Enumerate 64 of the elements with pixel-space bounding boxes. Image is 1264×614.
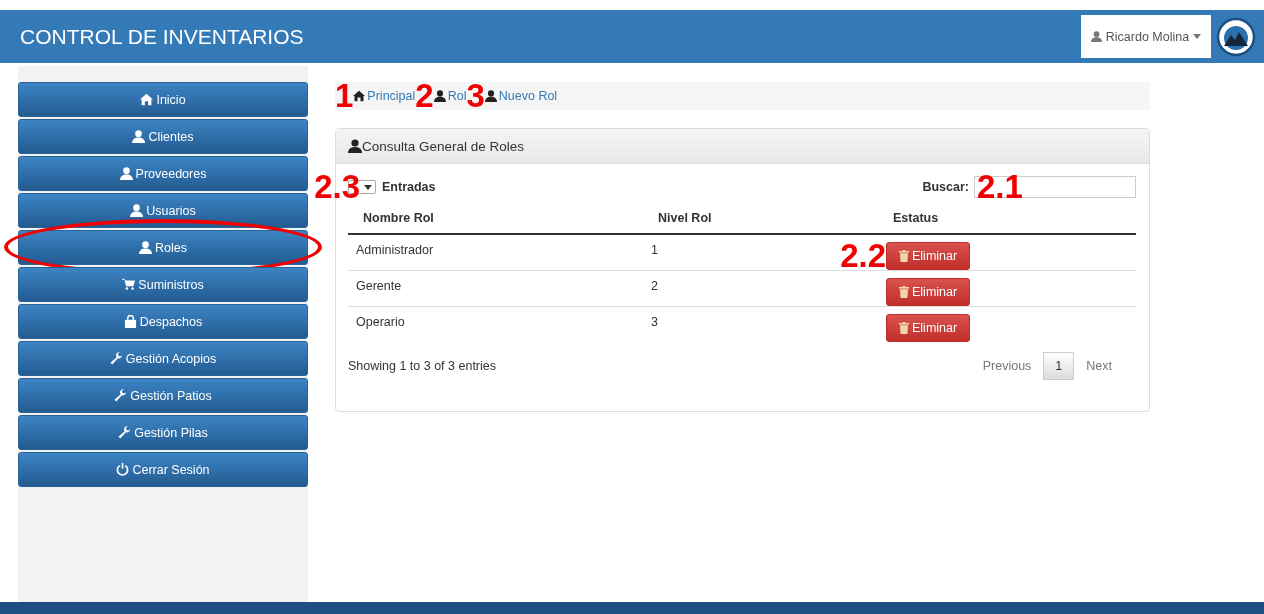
wrench-icon xyxy=(109,352,123,365)
user-menu[interactable]: Ricardo Molina xyxy=(1081,15,1211,58)
table-cell: Gerente xyxy=(356,279,402,293)
annotation-number: 1 xyxy=(335,82,354,110)
sidebar-item[interactable]: Usuarios xyxy=(18,193,308,228)
power-icon xyxy=(116,463,130,476)
sidebar-item[interactable]: Roles xyxy=(18,230,308,265)
table-cell: Administrador xyxy=(356,243,434,257)
search-label: Buscar: xyxy=(922,180,969,194)
user-icon xyxy=(348,139,362,153)
sidebar-item[interactable]: Clientes xyxy=(18,119,308,154)
entries-info: Showing 1 to 3 of 3 entries xyxy=(348,359,496,373)
delete-button[interactable]: Eliminar xyxy=(886,278,971,306)
app-title: CONTROL DE INVENTARIOS xyxy=(20,24,305,49)
cart-icon xyxy=(122,278,136,291)
delete-button[interactable]: Eliminar xyxy=(886,314,971,342)
user-icon xyxy=(130,204,144,217)
table-cell: 2 xyxy=(651,279,658,293)
column-header: Estatus xyxy=(878,206,1136,234)
sidebar-item[interactable]: Suministros xyxy=(18,267,308,302)
lock-icon xyxy=(123,315,137,328)
trash-icon xyxy=(899,250,909,262)
previous-link[interactable]: Previous xyxy=(970,353,1044,379)
panel-title: Consulta General de Roles xyxy=(348,138,525,154)
annotation-number: 2.1 xyxy=(977,173,1023,201)
caret-icon xyxy=(1193,34,1202,39)
user-icon xyxy=(139,241,152,254)
sidebar-item[interactable]: Despachos xyxy=(18,304,308,339)
sidebar-item[interactable]: Gestión Pilas xyxy=(18,415,308,450)
breadcrumb-link[interactable]: Principal xyxy=(353,89,416,103)
user-icon xyxy=(132,130,146,143)
table-cell: 3 xyxy=(651,315,658,329)
table-cell: 1 xyxy=(651,243,658,257)
sidebar-item[interactable]: Cerrar Sesión xyxy=(18,452,308,487)
sidebar-item[interactable]: Gestión Acopios xyxy=(18,341,308,376)
annotation-number: 2.2 xyxy=(840,242,886,270)
annotation-number: 2 xyxy=(415,82,434,110)
annotation-number: 2.3 xyxy=(314,173,360,201)
wrench-icon xyxy=(118,426,132,439)
logo-icon xyxy=(1216,16,1256,57)
caret-icon xyxy=(364,184,372,190)
page-button[interactable]: 1 xyxy=(1043,352,1075,380)
column-header: Nombre Rol xyxy=(348,206,643,234)
delete-button[interactable]: Eliminar xyxy=(886,242,971,270)
trash-icon xyxy=(899,286,909,298)
trash-icon xyxy=(899,322,909,334)
breadcrumb-link[interactable]: Nuevo Rol xyxy=(484,89,558,103)
home-icon xyxy=(353,90,366,102)
sidebar-item[interactable]: Inicio xyxy=(18,82,308,117)
breadcrumb-link[interactable]: Rol xyxy=(433,89,467,103)
user-icon xyxy=(1090,31,1102,42)
entries-label: Entradas xyxy=(382,180,436,194)
home-icon xyxy=(140,93,154,106)
user-icon xyxy=(433,90,446,102)
search-field[interactable]: 2.1 xyxy=(974,176,1136,198)
wrench-icon xyxy=(114,389,128,402)
user-icon xyxy=(484,90,497,102)
column-header: Nivel Rol xyxy=(643,206,878,234)
user-icon xyxy=(119,167,133,180)
sidebar-item[interactable]: Proveedores xyxy=(18,156,308,191)
sidebar-item[interactable]: Gestión Patios xyxy=(18,378,308,413)
next-link[interactable]: Next xyxy=(1074,353,1124,379)
annotation-number: 3 xyxy=(466,82,485,110)
table-cell: Operario xyxy=(356,315,405,329)
